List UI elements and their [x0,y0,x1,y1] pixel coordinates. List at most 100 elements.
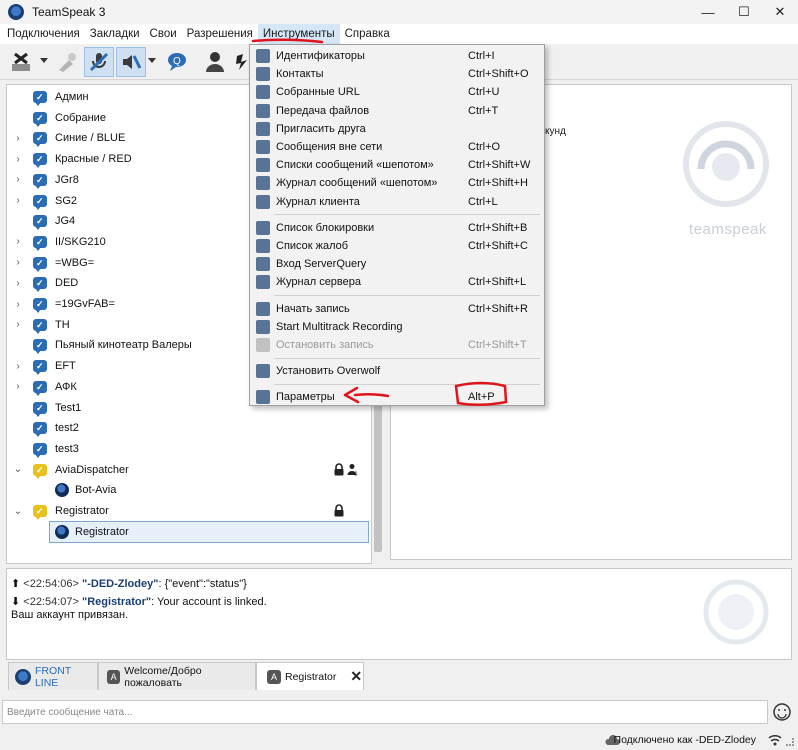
tools-menu-item-label: Начать запись [276,302,350,315]
channel-icon: ✓ [33,111,47,127]
tools-menu-item[interactable]: Параметры Alt+P [250,388,544,406]
chevron-right-icon[interactable]: › [13,236,23,247]
tab-registrator[interactable]: A Registrator ✕ [256,662,364,690]
svg-text:Q: Q [173,56,181,67]
tools-menu-item[interactable]: Список блокировки Ctrl+Shift+B [250,219,544,237]
menu-separator [274,295,540,297]
tools-menu-item[interactable]: Собранные URL Ctrl+U [250,83,544,101]
chevron-right-icon[interactable]: › [13,361,23,372]
tab-front-line[interactable]: FRONT LINE [8,662,98,690]
tools-menu-item[interactable]: Пригласить друга [250,120,544,138]
contacts-toolbar-button[interactable] [200,47,230,77]
chevron-down-icon[interactable]: ⌄ [13,506,23,517]
tools-menu-item[interactable]: Контакты Ctrl+Shift+O [250,65,544,83]
locked-channel-icon: ✓ [33,463,47,479]
chevron-right-icon[interactable]: › [13,174,23,185]
chat-message: Ваш аккаунт привязан. [11,609,129,621]
overwolf-toolbar-button[interactable] [234,47,250,77]
identities-icon [256,49,270,63]
complaint-list-icon [256,239,270,253]
tree-user-row[interactable]: Registrator [7,522,371,542]
chevron-right-icon[interactable]: › [13,319,23,330]
tools-menu-item[interactable]: Списки сообщений «шепотом» Ctrl+Shift+W [250,156,544,174]
channel-icon: ✓ [33,360,47,376]
tools-menu-item-label: Пригласить друга [276,122,366,135]
tools-menu-item[interactable]: Журнал сервера Ctrl+Shift+L [250,273,544,291]
chat-log: ⬆ <22:54:06> "-DED-Zlodey": {"event":"st… [6,568,792,660]
chat-input[interactable] [2,700,768,724]
network-signal-icon [768,734,782,746]
close-tab-icon[interactable]: ✕ [350,668,362,685]
tools-menu-item[interactable]: Начать запись Ctrl+Shift+R [250,300,544,318]
tools-menu-item-shortcut: Ctrl+Shift+H [468,177,528,190]
tree-row-label: II/SKG210 [55,235,106,248]
tools-menu: Идентификаторы Ctrl+I Контакты Ctrl+Shift+O… [249,44,545,406]
tools-menu-item-label: Журнал клиента [276,195,360,208]
chevron-down-icon[interactable]: ⌄ [13,464,23,475]
tree-channel-row[interactable]: ⌄ ✓ AviaDispatcher c [7,460,371,480]
maximize-button[interactable]: ☐ [726,0,762,24]
chevron-right-icon[interactable]: › [13,133,23,144]
mute-microphone-button[interactable] [84,47,114,77]
disconnect-button[interactable] [6,47,36,77]
menu-help[interactable]: Справка [340,24,395,44]
tools-menu-item[interactable]: Установить Overwolf [250,362,544,380]
away-button[interactable] [52,47,82,77]
tools-menu-item-label: Сообщения вне сети [276,141,383,153]
tree-row-label: =WBG= [55,256,95,269]
record-icon [256,301,270,316]
tools-menu-item[interactable]: Журнал клиента Ctrl+L [250,193,544,211]
chevron-right-icon[interactable]: › [13,299,23,310]
emoji-icon[interactable] [772,702,792,722]
channel-icon: ✓ [33,318,47,334]
tools-menu-item-label: Передача файлов [276,104,370,117]
tools-menu-item-label: Контакты [276,68,324,81]
tree-channel-row[interactable]: ⌄ ✓ Registrator [7,501,371,521]
chevron-right-icon[interactable]: › [13,195,23,206]
tools-menu-item-shortcut: Alt+P [468,391,495,404]
menu-permissions[interactable]: Разрешения [182,24,258,44]
tools-menu-item-shortcut: Ctrl+Shift+C [468,240,528,252]
chevron-right-icon[interactable]: › [13,257,23,268]
mute-speakers-button[interactable] [116,47,146,77]
menu-connections[interactable]: Подключения [2,24,85,44]
tools-menu-item[interactable]: Сообщения вне сети Ctrl+O [250,138,544,156]
resize-grip-icon[interactable] [786,738,794,746]
tree-row-label: test2 [55,422,79,435]
tools-menu-item-shortcut: Ctrl+U [468,86,500,99]
ban-list-icon [256,220,270,235]
tree-user-row[interactable]: Bot-Avia [7,480,371,500]
tools-menu-item-shortcut: Ctrl+L [468,195,498,208]
chevron-right-icon[interactable]: › [13,381,23,392]
disconnect-dropdown-arrow[interactable] [40,58,48,63]
subscribe-button[interactable]: Q [162,47,192,77]
tools-menu-item[interactable]: Идентификаторы Ctrl+I [250,47,544,65]
tree-channel-row[interactable]: ✓ test3 [7,439,371,459]
speaker-muted-icon [123,55,142,69]
menu-separator [274,357,540,359]
tab-welcome[interactable]: A Welcome/Добро пожаловать [98,662,256,690]
menu-self[interactable]: Свои [145,24,182,44]
close-window-button[interactable]: ✕ [762,0,798,24]
chat-nickname[interactable]: "-DED-Zlodey" [82,578,158,590]
tools-menu-item[interactable]: Журнал сообщений «шепотом» Ctrl+Shift+H [250,174,544,192]
tools-menu-item[interactable]: Вход ServerQuery [250,255,544,273]
tree-channel-row[interactable]: ✓ test2 [7,418,371,438]
minimize-button[interactable]: — [690,0,726,24]
chat-tabs: FRONT LINE A Welcome/Добро пожаловать A … [6,662,792,690]
tools-menu-item-shortcut: Ctrl+T [468,104,499,117]
tools-menu-item[interactable]: Start Multitrack Recording [250,318,544,336]
chevron-right-icon[interactable]: › [13,278,23,289]
speakers-dropdown-arrow[interactable] [148,58,156,63]
chat-nickname[interactable]: "Registrator" [82,596,151,608]
tree-row-label: test3 [55,442,79,455]
incoming-arrow-icon: ⬇ [11,596,21,608]
menu-tools[interactable]: Инструменты [257,24,340,44]
chevron-right-icon[interactable]: › [13,154,23,165]
menu-bookmarks[interactable]: Закладки [85,24,145,44]
tools-menu-item[interactable]: Список жалоб Ctrl+Shift+C [250,237,544,255]
chat-message: : {"event":"status"} [158,578,247,590]
away-icon [59,53,76,72]
tools-menu-item[interactable]: Передача файлов Ctrl+T [250,102,544,120]
window-title: TeamSpeak 3 [32,5,106,19]
